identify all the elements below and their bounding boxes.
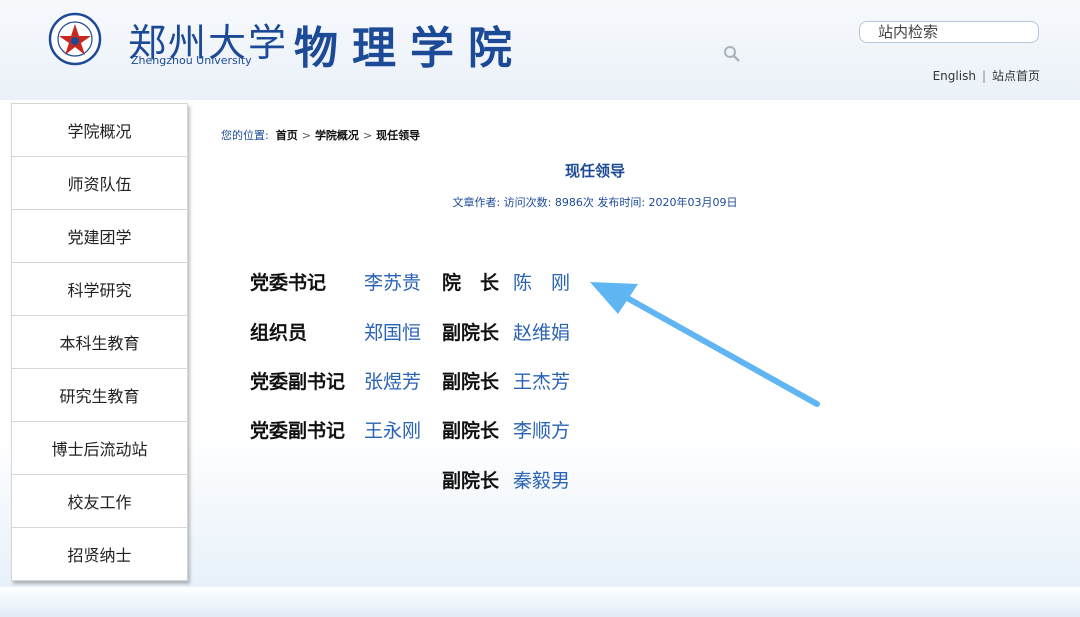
school-name-logo[interactable]: 物理学院	[294, 12, 526, 76]
sidebar-item-party[interactable]: 党建团学	[11, 210, 188, 263]
link-divider: |	[981, 69, 986, 83]
leader-name: 王杰芳	[513, 371, 571, 393]
sidebar-item-postdoc[interactable]: 博士后流动站	[11, 422, 188, 475]
university-seal-icon[interactable]	[48, 12, 102, 66]
leader-name: 李苏贵	[364, 272, 422, 294]
sidebar-item-alumni[interactable]: 校友工作	[11, 475, 188, 528]
breadcrumb-current: 现任领导	[376, 129, 421, 142]
leader-row: 副院长 王杰芳	[442, 367, 570, 395]
english-link[interactable]: English	[933, 69, 976, 83]
leader-name: 秦毅男	[513, 470, 571, 492]
sidebar-item-faculty[interactable]: 师资队伍	[11, 157, 188, 210]
leader-row: 副院长 秦毅男	[442, 466, 570, 494]
leader-row: 组织员 郑国恒	[250, 318, 421, 346]
sidebar-item-recruitment[interactable]: 招贤纳士	[11, 528, 188, 581]
annotation-arrow-icon	[590, 282, 820, 407]
leader-role: 党委书记	[250, 272, 327, 294]
footer-band	[0, 587, 1080, 617]
leader-name: 郑国恒	[364, 322, 422, 344]
leader-role: 党委副书记	[250, 371, 346, 393]
sidebar-item-graduate[interactable]: 研究生教育	[11, 369, 188, 422]
top-links: English | 站点首页	[933, 67, 1040, 84]
leader-row: 副院长 赵维娟	[442, 318, 570, 346]
leader-name: 陈 刚	[513, 272, 571, 294]
leader-name: 李顺方	[513, 420, 571, 442]
leader-row: 院 长 陈 刚	[442, 268, 570, 296]
leader-name: 赵维娟	[513, 322, 571, 344]
leader-role: 副院长	[442, 420, 500, 442]
breadcrumb-home-link[interactable]: 首页	[276, 129, 298, 142]
site-search-input[interactable]: 站内检索	[859, 21, 1039, 43]
sidebar-item-research[interactable]: 科学研究	[11, 263, 188, 316]
article-title: 现任领导	[564, 162, 625, 180]
sidebar-item-overview[interactable]: 学院概况	[11, 103, 188, 157]
leader-name: 张煜芳	[364, 371, 422, 393]
leader-role: 副院长	[442, 371, 500, 393]
breadcrumb-separator: >	[301, 129, 311, 142]
site-header: 郑州大学 Zhengzhou University 物理学院 站内检索 Engl…	[0, 0, 1080, 100]
breadcrumb-overview-link[interactable]: 学院概况	[315, 129, 359, 142]
site-home-link[interactable]: 站点首页	[992, 69, 1040, 83]
breadcrumb-separator: >	[362, 129, 373, 142]
leader-role: 副院长	[442, 322, 500, 344]
leader-row: 党委副书记 张煜芳	[250, 367, 421, 395]
university-english-name: Zhengzhou University	[131, 54, 252, 67]
sidebar-item-undergrad[interactable]: 本科生教育	[11, 316, 188, 369]
leader-role: 院 长	[442, 272, 500, 294]
search-icon[interactable]	[722, 44, 742, 64]
sidebar-nav: 学院概况 师资队伍 党建团学 科学研究 本科生教育 研究生教育 博士后流动站 校…	[11, 103, 188, 581]
leader-row: 党委书记 李苏贵	[250, 268, 421, 296]
leader-row: 副院长 李顺方	[442, 416, 570, 444]
leader-role: 副院长	[442, 470, 500, 492]
article-meta: 文章作者: 访问次数: 8986次 发布时间: 2020年03月09日	[452, 196, 738, 209]
leader-role: 组织员	[250, 322, 308, 344]
leader-name: 王永刚	[364, 420, 422, 442]
leader-role: 党委副书记	[250, 420, 346, 442]
breadcrumb: 您的位置: 首页 > 学院概况 > 现任领导	[221, 127, 420, 143]
breadcrumb-prefix: 您的位置:	[221, 129, 269, 142]
leader-row: 党委副书记 王永刚	[250, 416, 421, 444]
